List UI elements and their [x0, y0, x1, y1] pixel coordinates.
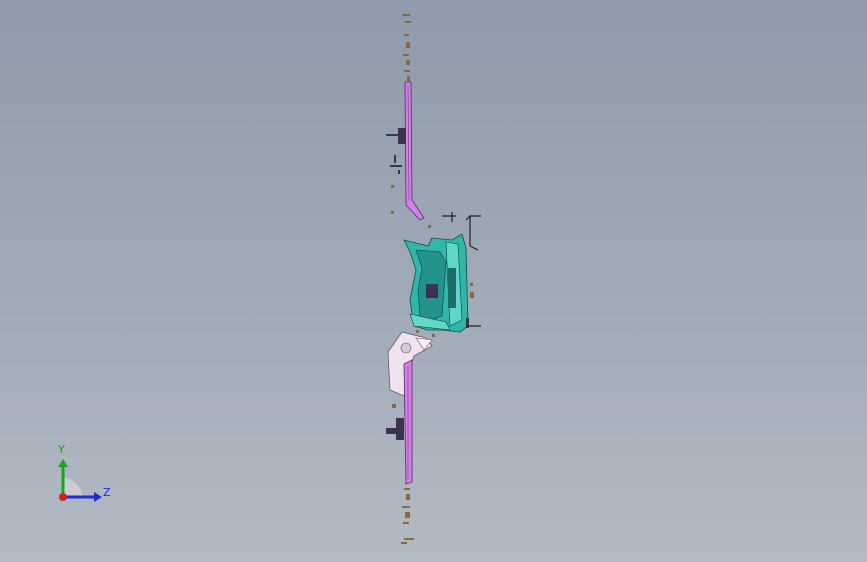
z-axis-label: Z — [103, 486, 111, 499]
lower-fasteners — [401, 488, 414, 544]
exploded-assembly-model[interactable] — [0, 0, 867, 562]
cad-viewport[interactable]: Y Z — [0, 0, 867, 562]
triad-plane-icon — [63, 478, 82, 497]
y-axis-label: Y — [58, 443, 65, 456]
center-mechanism — [403, 233, 481, 337]
x-axis-dot — [59, 493, 67, 501]
upper-fasteners — [402, 14, 411, 82]
upper-rail — [386, 81, 431, 228]
